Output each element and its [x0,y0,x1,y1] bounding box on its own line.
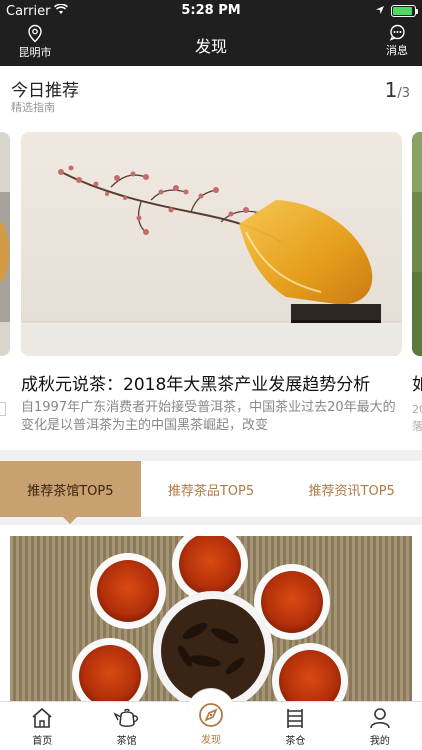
tabbar-discover-label: 发现 [201,735,222,746]
tabbar-home[interactable]: 首页 [0,702,84,750]
status-time: 5:28 PM [181,3,241,18]
location-button[interactable]: 昆明市 [12,24,58,60]
chat-bubble-icon [389,24,405,41]
section-subtitle: 精选指南 [11,101,55,114]
tabbar-profile[interactable]: 我的 [338,702,422,750]
tab-news-top5[interactable]: 推荐资讯TOP5 [281,461,422,517]
article-summary: 自1997年广东消费者开始接受普洱茶，中国茶业过去20年最大的变化是以普洱茶为主… [21,400,396,433]
top5-tabs: 推荐茶馆TOP5 推荐茶品TOP5 推荐资讯TOP5 [0,461,422,524]
profile-icon [370,708,390,729]
tab-tea-product-top5[interactable]: 推荐茶品TOP5 [141,461,282,517]
tabbar-warehouse[interactable]: 茶仓 [253,702,337,750]
tabbar-teahouse[interactable]: 茶馆 [84,702,168,750]
next-article-summary: 20落 [412,403,422,433]
compass-icon [199,703,223,727]
page-title: 发现 [194,37,227,56]
recommend-section: 今日推荐 精选指南 1/3 成秋元说茶：2018年大黑茶产业发展趋势分析 自19… [0,66,422,450]
navbar: 昆明市 发现 消息 [0,22,422,66]
tabbar-discover[interactable]: 发现 [169,688,253,750]
previous-card-image[interactable] [0,132,10,356]
tabbar-home-label: 首页 [32,736,53,747]
page-current: 1 [384,78,398,102]
featured-article-image[interactable] [21,132,402,356]
previous-card-edge [0,402,6,416]
tabbar-profile-label: 我的 [369,736,390,747]
section-title: 今日推荐 [11,81,79,101]
messages-button[interactable]: 消息 [382,24,412,58]
map-pin-icon [28,24,42,43]
next-article-headline[interactable]: 如 [412,370,422,395]
messages-label: 消息 [386,44,408,57]
bottom-tab-bar: 首页 茶馆 发现 茶仓 我的 [0,688,422,750]
page-indicator: 1/3 [385,78,410,102]
shelf-icon [287,709,304,728]
page-total: /3 [397,86,410,101]
top-bar: Carrier 5:28 PM 昆明市 发现 消息 [0,0,422,66]
next-card-image[interactable] [412,132,422,356]
tabbar-warehouse-label: 茶仓 [285,736,306,747]
teapot-icon [113,708,138,727]
teahouse-photo[interactable] [10,536,412,701]
article-headline[interactable]: 成秋元说茶：2018年大黑茶产业发展趋势分析 [21,370,406,395]
tabbar-teahouse-label: 茶馆 [116,736,137,747]
tab-teahouse-top5[interactable]: 推荐茶馆TOP5 [0,461,141,524]
home-icon [32,707,52,728]
location-label: 昆明市 [18,46,52,59]
